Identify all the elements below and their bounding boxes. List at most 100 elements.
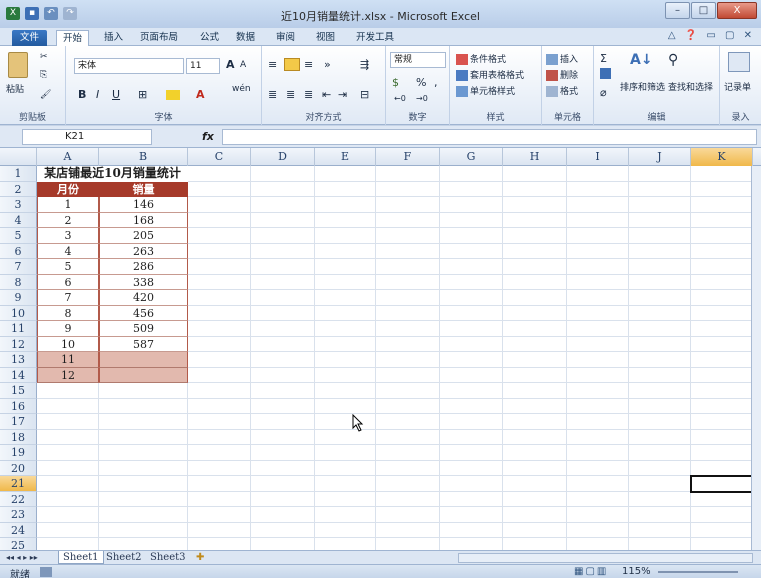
insert-function-button[interactable]: fx xyxy=(202,130,214,143)
cell-sales[interactable]: 587 xyxy=(99,336,188,352)
increase-indent-icon[interactable]: ⇥ xyxy=(338,88,347,101)
row-header-20[interactable]: 20 xyxy=(0,460,37,476)
row-header-12[interactable]: 12 xyxy=(0,336,37,352)
active-cell[interactable] xyxy=(690,475,753,493)
row-header-22[interactable]: 22 xyxy=(0,491,37,507)
column-header-k[interactable]: K xyxy=(691,148,753,166)
horizontal-scrollbar[interactable] xyxy=(458,553,753,563)
cell-month[interactable]: 11 xyxy=(37,352,99,368)
autosum-button[interactable]: Σ xyxy=(600,52,607,65)
cell-month[interactable]: 2 xyxy=(37,212,99,228)
zoom-slider[interactable] xyxy=(658,571,738,573)
cell-sales[interactable]: 146 xyxy=(99,197,188,213)
view-buttons-icon[interactable]: ▦▢▥ xyxy=(574,566,608,577)
cell-sales[interactable]: 286 xyxy=(99,259,188,275)
cell-sales[interactable]: 205 xyxy=(99,228,188,244)
tab-page-layout[interactable]: 页面布局 xyxy=(134,30,184,46)
cut-icon[interactable]: ✂ xyxy=(40,52,48,62)
phonetic-icon[interactable]: wén xyxy=(232,84,251,94)
row-header-21[interactable]: 21 xyxy=(0,476,37,492)
cell-sales[interactable]: 263 xyxy=(99,243,188,259)
tab-home[interactable]: 开始 xyxy=(56,30,90,47)
column-header-b[interactable]: B xyxy=(99,148,188,166)
worksheet-grid[interactable]: ABCDEFGHIJK 1 2 3 4 5 6 7 8 9 10 11 12 13 14 15 16 17 18 1… xyxy=(0,148,761,550)
currency-icon[interactable]: $ xyxy=(392,76,399,89)
format-cells-button[interactable]: 格式 xyxy=(546,84,578,97)
row-header-18[interactable]: 18 xyxy=(0,429,37,445)
sheet-tab-sheet3[interactable]: Sheet3 xyxy=(146,551,190,564)
row-header-23[interactable]: 23 xyxy=(0,507,37,523)
wrap-text-icon[interactable]: ⇶ xyxy=(360,58,369,71)
row-header-14[interactable]: 14 xyxy=(0,367,37,383)
cell-month[interactable]: 12 xyxy=(37,367,99,383)
comma-button[interactable]: , xyxy=(434,76,438,89)
macro-record-icon[interactable] xyxy=(40,567,52,577)
row-header-5[interactable]: 5 xyxy=(0,228,37,244)
insert-cells-button[interactable]: 插入 xyxy=(546,52,578,65)
sort-filter-icon[interactable]: A↓ xyxy=(630,52,653,68)
column-header-f[interactable]: F xyxy=(376,148,440,166)
header-sales[interactable]: 销量 xyxy=(99,181,188,197)
row-header-6[interactable]: 6 xyxy=(0,243,37,259)
column-header-d[interactable]: D xyxy=(251,148,315,166)
column-header-a[interactable]: A xyxy=(37,148,99,166)
tab-data[interactable]: 数据 xyxy=(230,30,261,46)
tab-insert[interactable]: 插入 xyxy=(98,30,129,46)
form-icon[interactable] xyxy=(728,52,750,72)
align-bottom-icon[interactable]: ≡ xyxy=(304,58,313,71)
font-name-select[interactable]: 宋体 xyxy=(74,58,184,74)
sheet-nav-icon[interactable]: ◂◂ ◂ ▸ ▸▸ xyxy=(2,551,42,564)
column-header-e[interactable]: E xyxy=(315,148,376,166)
row-header-19[interactable]: 19 xyxy=(0,445,37,461)
align-middle-icon[interactable] xyxy=(284,58,300,71)
row-header-13[interactable]: 13 xyxy=(0,352,37,368)
decrease-decimal-icon[interactable]: →0 xyxy=(416,94,428,103)
close-button[interactable]: X xyxy=(717,2,757,19)
tab-file[interactable]: 文件 xyxy=(12,30,48,46)
column-header-j[interactable]: J xyxy=(629,148,691,166)
cell-sales[interactable] xyxy=(99,352,188,368)
format-as-table-button[interactable]: 套用表格格式 xyxy=(456,68,524,81)
column-header-c[interactable]: C xyxy=(188,148,251,166)
row-header-17[interactable]: 17 xyxy=(0,414,37,430)
row-header-2[interactable]: 2 xyxy=(0,181,37,197)
cell-month[interactable]: 1 xyxy=(37,197,99,213)
font-size-select[interactable]: 11 xyxy=(186,58,220,74)
orientation-icon[interactable]: » xyxy=(324,58,331,71)
cell-sales[interactable]: 420 xyxy=(99,290,188,306)
grow-font-button[interactable]: A xyxy=(226,58,235,71)
row-header-4[interactable]: 4 xyxy=(0,212,37,228)
sheet-tab-sheet1[interactable]: Sheet1 xyxy=(58,551,104,564)
decrease-indent-icon[interactable]: ⇤ xyxy=(322,88,331,101)
tab-developer[interactable]: 开发工具 xyxy=(350,30,400,46)
border-icon[interactable]: ⊞ xyxy=(138,88,147,101)
cell-sales[interactable]: 456 xyxy=(99,305,188,321)
row-header-9[interactable]: 9 xyxy=(0,290,37,306)
column-header-h[interactable]: H xyxy=(503,148,567,166)
row-header-7[interactable]: 7 xyxy=(0,259,37,275)
row-header-1[interactable]: 1 xyxy=(0,166,37,182)
align-center-icon[interactable]: ≣ xyxy=(286,88,295,101)
fill-icon[interactable] xyxy=(600,68,611,79)
zoom-level[interactable]: 115% xyxy=(622,566,651,577)
cell-month[interactable]: 7 xyxy=(37,290,99,306)
maximize-button[interactable]: □ xyxy=(691,2,716,19)
format-painter-icon[interactable]: 🖌 xyxy=(40,90,51,100)
merge-center-icon[interactable]: ⊟ xyxy=(360,88,369,101)
cell-month[interactable]: 10 xyxy=(37,336,99,352)
row-header-3[interactable]: 3 xyxy=(0,197,37,213)
find-select-button[interactable]: 查找和选择 xyxy=(668,80,713,93)
clear-icon[interactable]: ⌀ xyxy=(600,86,607,99)
align-right-icon[interactable]: ≣ xyxy=(304,88,313,101)
row-header-11[interactable]: 11 xyxy=(0,321,37,337)
paste-icon[interactable] xyxy=(8,52,28,78)
cell-month[interactable]: 3 xyxy=(37,228,99,244)
cell-month[interactable]: 6 xyxy=(37,274,99,290)
row-header-15[interactable]: 15 xyxy=(0,383,37,399)
sheet-tab-sheet2[interactable]: Sheet2 xyxy=(102,551,146,564)
shrink-font-button[interactable]: A xyxy=(240,60,246,70)
cell-month[interactable]: 8 xyxy=(37,305,99,321)
column-header-i[interactable]: I xyxy=(567,148,629,166)
underline-button[interactable]: U xyxy=(112,88,120,101)
italic-button[interactable]: I xyxy=(96,88,99,101)
